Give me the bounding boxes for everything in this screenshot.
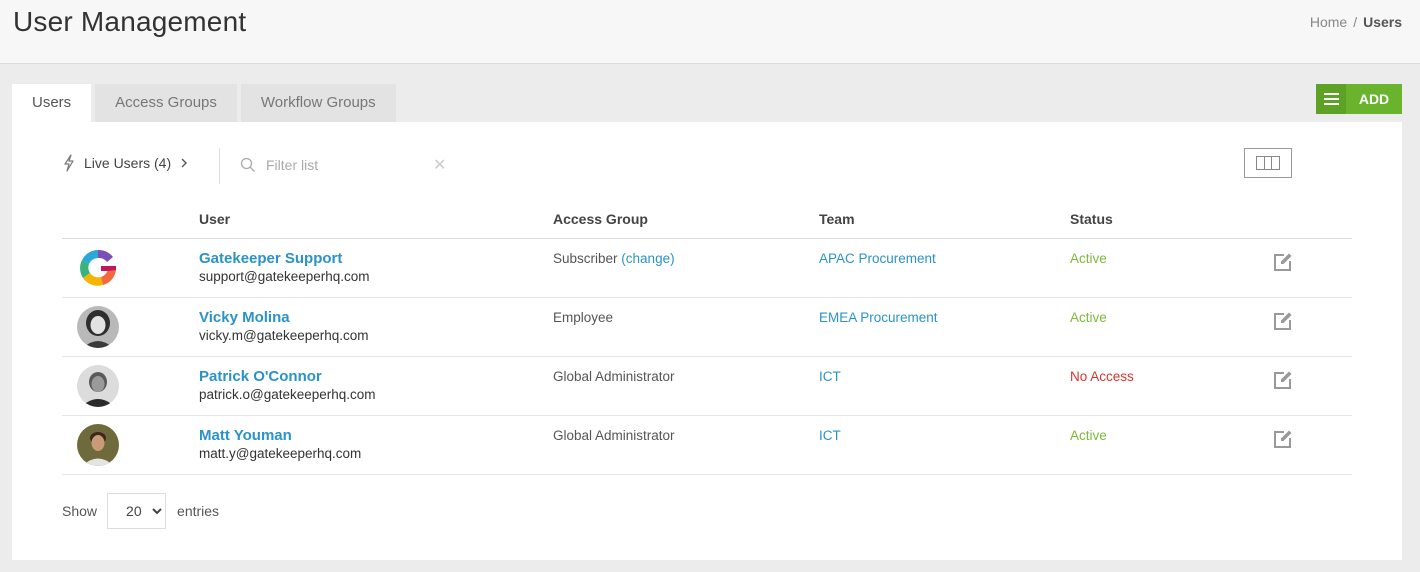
col-header-status[interactable]: Status — [1070, 200, 1270, 239]
hamburger-icon — [1316, 84, 1346, 114]
page-header: User Management Home / Users — [0, 0, 1420, 64]
status-label: Active — [1070, 250, 1107, 266]
toolbar: Live Users (4) ✕ — [62, 146, 1312, 186]
table-row: Matt Youman matt.y@gatekeeperhq.com Glob… — [62, 415, 1352, 475]
user-name-link[interactable]: Vicky Molina — [199, 309, 553, 326]
access-group: Global Administrator — [553, 427, 675, 443]
user-email: matt.y@gatekeeperhq.com — [199, 445, 362, 461]
add-button[interactable]: ADD — [1316, 84, 1402, 114]
tab-workflow-groups[interactable]: Workflow Groups — [240, 84, 396, 122]
live-users-label: Live Users (4) — [84, 155, 172, 171]
clear-filter-icon[interactable]: ✕ — [433, 155, 446, 175]
user-photo — [77, 423, 119, 466]
access-group: Subscriber — [553, 250, 618, 266]
table-row: Gatekeeper Support support@gatekeeperhq.… — [62, 238, 1352, 298]
user-email: vicky.m@gatekeeperhq.com — [199, 327, 369, 343]
user-name-link[interactable]: Matt Youman — [199, 427, 553, 444]
edit-icon[interactable] — [1273, 311, 1293, 331]
team-link[interactable]: APAC Procurement — [819, 251, 936, 266]
page-size-select[interactable]: 20 — [107, 493, 167, 529]
edit-icon[interactable] — [1273, 370, 1293, 390]
gatekeeper-logo — [80, 249, 116, 286]
access-group: Employee — [553, 309, 614, 325]
edit-icon[interactable] — [1273, 252, 1293, 272]
user-photo — [77, 305, 119, 348]
add-button-label: ADD — [1358, 91, 1390, 107]
filter-input[interactable] — [266, 157, 416, 173]
col-header-avatar — [62, 200, 199, 239]
status-label: Active — [1070, 427, 1107, 443]
user-name-link[interactable]: Gatekeeper Support — [199, 250, 553, 267]
team-link[interactable]: EMEA Procurement — [819, 310, 938, 325]
col-header-user[interactable]: User — [199, 200, 553, 239]
col-header-access-group[interactable]: Access Group — [553, 200, 819, 239]
breadcrumb: Home / Users — [1310, 14, 1402, 30]
change-access-group-link[interactable]: (change) — [621, 251, 674, 266]
toolbar-divider — [219, 148, 220, 184]
table-header-row: User Access Group Team Status — [62, 200, 1352, 239]
page-title: User Management — [13, 6, 247, 37]
live-users-toggle[interactable]: Live Users (4) — [62, 154, 189, 172]
team-link[interactable]: ICT — [819, 428, 841, 443]
tab-bar: Users Access Groups Workflow Groups — [12, 84, 396, 122]
team-link[interactable]: ICT — [819, 369, 841, 384]
users-table: User Access Group Team Status Gatekeeper… — [62, 200, 1352, 475]
search-icon — [240, 157, 255, 172]
lightning-icon — [64, 154, 74, 172]
status-label: No Access — [1070, 368, 1134, 384]
edit-icon[interactable] — [1273, 429, 1293, 449]
chevron-right-icon — [181, 158, 188, 168]
filter-box: ✕ — [240, 150, 450, 180]
col-header-team[interactable]: Team — [819, 200, 1070, 239]
user-name-link[interactable]: Patrick O'Connor — [199, 368, 553, 385]
user-photo — [77, 364, 119, 407]
col-header-actions — [1270, 200, 1352, 239]
pagination: Show 20 entries — [62, 493, 219, 529]
table-row: Vicky Molina vicky.m@gatekeeperhq.com Em… — [62, 297, 1352, 357]
columns-icon — [1256, 156, 1280, 170]
user-email: patrick.o@gatekeeperhq.com — [199, 386, 376, 402]
breadcrumb-current: Users — [1363, 14, 1402, 30]
user-email: support@gatekeeperhq.com — [199, 268, 370, 284]
tab-access-groups[interactable]: Access Groups — [95, 84, 237, 122]
table-row: Patrick O'Connor patrick.o@gatekeeperhq.… — [62, 356, 1352, 416]
breadcrumb-home[interactable]: Home — [1310, 14, 1347, 30]
breadcrumb-separator: / — [1353, 14, 1358, 30]
entries-label: entries — [177, 503, 220, 519]
tab-users[interactable]: Users — [12, 84, 92, 122]
show-label: Show — [62, 503, 98, 519]
columns-toggle-button[interactable] — [1244, 148, 1292, 178]
users-panel: Live Users (4) ✕ User Access Group Team … — [12, 122, 1402, 560]
status-label: Active — [1070, 309, 1107, 325]
access-group: Global Administrator — [553, 368, 675, 384]
